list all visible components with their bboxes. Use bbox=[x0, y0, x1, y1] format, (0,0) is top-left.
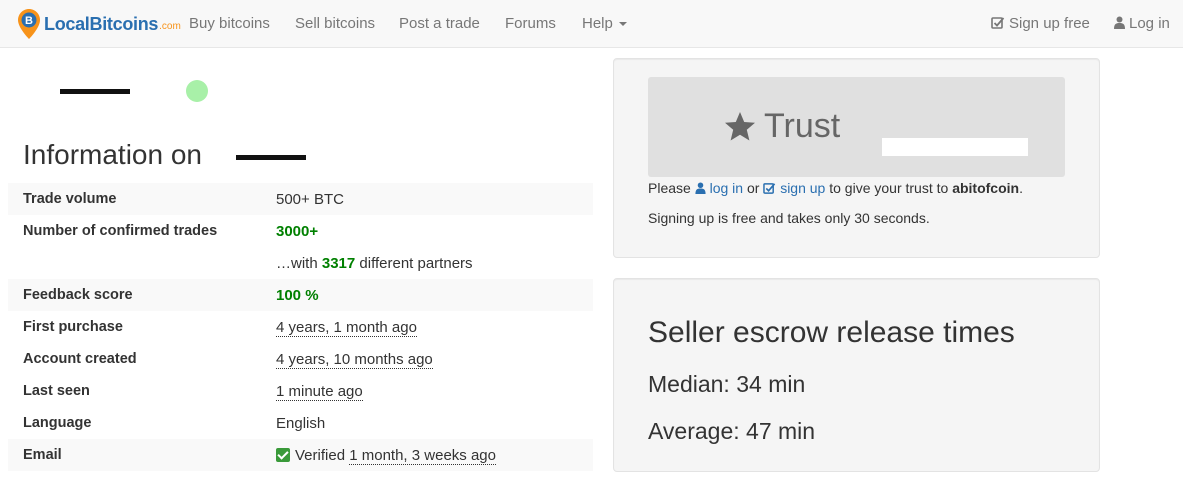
trust-username: abitofcoin bbox=[952, 180, 1020, 196]
brand-domain: .com bbox=[159, 20, 181, 32]
online-status-indicator bbox=[186, 80, 208, 102]
nav-log-in[interactable]: Log in bbox=[1114, 15, 1170, 32]
first-purchase-value: 4 years, 1 month ago bbox=[276, 318, 417, 337]
sign-up-link[interactable]: sign up bbox=[763, 180, 825, 196]
trust-button-label: Trust bbox=[764, 107, 841, 145]
redacted-username-bar bbox=[236, 155, 306, 160]
partners-text: …with 3317 different partners bbox=[276, 247, 593, 279]
escrow-median: Median: 34 min bbox=[648, 371, 806, 397]
info-title-text: Information on bbox=[23, 139, 202, 170]
row-label: Email bbox=[8, 439, 276, 471]
nav-buy-bitcoins[interactable]: Buy bitcoins bbox=[189, 15, 270, 32]
trust-instruction: Please log in or sign up to give your tr… bbox=[648, 180, 1023, 196]
table-row: Number of confirmed trades 3000+ bbox=[8, 215, 593, 247]
info-title: Information on bbox=[23, 139, 202, 171]
nav-forums[interactable]: Forums bbox=[505, 15, 556, 32]
table-row: …with 3317 different partners bbox=[8, 247, 593, 279]
svg-text:B: B bbox=[25, 15, 33, 27]
log-in-link[interactable]: log in bbox=[695, 180, 743, 196]
account-created-value: 4 years, 10 months ago bbox=[276, 350, 433, 369]
escrow-average: Average: 47 min bbox=[648, 418, 816, 444]
chevron-down-icon bbox=[618, 22, 627, 27]
nav-sign-up-label: Sign up free bbox=[1009, 15, 1090, 32]
navbar: B LocalBitcoins .com Buy bitcoins Sell b… bbox=[0, 0, 1183, 48]
trade-volume-value: 500+ BTC bbox=[276, 183, 593, 215]
partners-prefix: …with bbox=[276, 254, 318, 272]
redacted-username-bar bbox=[60, 89, 130, 94]
nav-help-label: Help bbox=[582, 15, 613, 32]
language-value: English bbox=[276, 414, 326, 432]
account-info-table: Trade volume 500+ BTC Number of confirme… bbox=[8, 183, 593, 471]
trust-or: or bbox=[746, 180, 760, 196]
table-row: Email Verified 1 month, 3 weeks ago bbox=[8, 439, 593, 471]
trust-panel: Trust Please log in or sign up to give y… bbox=[613, 58, 1100, 258]
email-status: Verified bbox=[295, 446, 346, 464]
table-row: Feedback score 100 % bbox=[8, 279, 593, 311]
nav-help-dropdown[interactable]: Help bbox=[582, 15, 627, 32]
nav-sign-up[interactable]: Sign up free bbox=[991, 15, 1090, 32]
table-row: First purchase 4 years, 1 month ago bbox=[8, 311, 593, 343]
nav-sell-bitcoins[interactable]: Sell bitcoins bbox=[295, 15, 375, 32]
table-row: Language English bbox=[8, 407, 593, 439]
partners-suffix: different partners bbox=[359, 254, 473, 272]
row-label: First purchase bbox=[23, 319, 123, 335]
trust-period: . bbox=[1019, 180, 1023, 196]
redacted-username-mask bbox=[882, 138, 1028, 156]
escrow-panel: Seller escrow release times Median: 34 m… bbox=[613, 278, 1100, 472]
table-row: Last seen 1 minute ago bbox=[8, 375, 593, 407]
trust-please: Please bbox=[648, 180, 691, 196]
log-in-link-label: log in bbox=[709, 180, 744, 196]
star-icon bbox=[725, 112, 755, 141]
table-row: Account created 4 years, 10 months ago bbox=[8, 343, 593, 375]
bitcoin-pin-icon: B bbox=[18, 9, 40, 39]
row-label: Feedback score bbox=[8, 279, 276, 311]
escrow-title: Seller escrow release times bbox=[648, 316, 1015, 349]
nav-log-in-label: Log in bbox=[1129, 15, 1170, 32]
last-seen-value: 1 minute ago bbox=[276, 382, 363, 401]
edit-check-icon bbox=[991, 17, 1005, 29]
table-row: Trade volume 500+ BTC bbox=[8, 183, 593, 215]
trust-note: Signing up is free and takes only 30 sec… bbox=[648, 210, 930, 226]
row-label: Last seen bbox=[23, 383, 90, 399]
edit-check-icon bbox=[763, 183, 776, 194]
checkbox-checked-icon bbox=[276, 447, 290, 462]
row-label: Language bbox=[23, 415, 92, 431]
nav-post-a-trade[interactable]: Post a trade bbox=[399, 15, 480, 32]
row-label: Account created bbox=[23, 351, 137, 367]
partners-count: 3317 bbox=[321, 254, 356, 272]
trust-button[interactable]: Trust bbox=[648, 77, 1065, 177]
user-icon bbox=[1114, 16, 1125, 29]
sign-up-link-label: sign up bbox=[780, 180, 826, 196]
row-label: Number of confirmed trades bbox=[23, 223, 218, 239]
brand-name: LocalBitcoins bbox=[44, 13, 159, 34]
user-icon bbox=[695, 182, 706, 194]
brand-logo-link[interactable]: B LocalBitcoins .com bbox=[17, 7, 181, 41]
feedback-score-value: 100 % bbox=[276, 279, 593, 311]
row-label: Trade volume bbox=[8, 183, 276, 215]
email-verified-value: 1 month, 3 weeks ago bbox=[349, 446, 496, 465]
trust-suffix: to give your trust to bbox=[829, 180, 949, 196]
confirmed-trades-value: 3000+ bbox=[276, 222, 319, 240]
